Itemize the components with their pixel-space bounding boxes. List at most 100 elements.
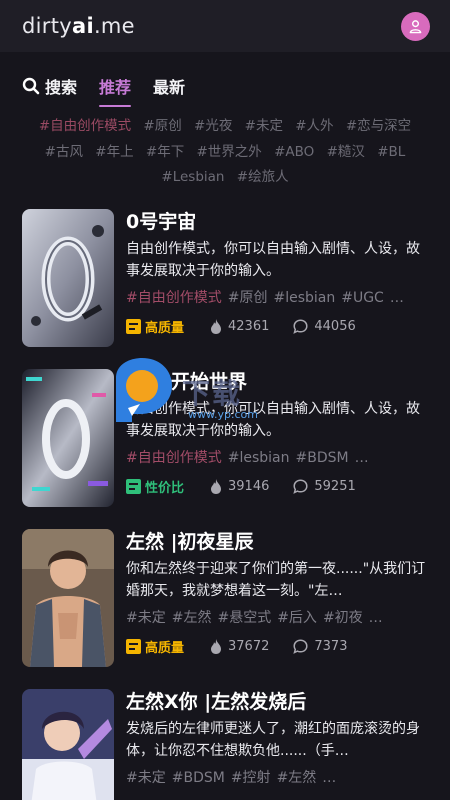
heat-stat: 42361 <box>210 318 269 334</box>
card-stats: 高质量 37672 7373 <box>126 637 428 656</box>
heat-stat: 37672 <box>210 638 270 654</box>
card-stats: 高质量 42361 44056 <box>126 317 428 336</box>
card-tag[interactable]: #UGC <box>341 290 384 306</box>
card-tag[interactable]: #左然 <box>172 610 212 626</box>
badge-icon <box>126 638 141 654</box>
tag-filter[interactable]: #世界之外 <box>197 144 262 160</box>
card-tag[interactable]: #未定 <box>126 610 166 626</box>
heat-stat: 39146 <box>210 478 270 494</box>
tab-latest[interactable]: 最新 <box>153 74 185 98</box>
comment-count: 7373 <box>314 638 348 654</box>
card-tags: #未定 #BDSM #控射 #左然 … <box>126 768 428 788</box>
card-title[interactable]: 左然 |初夜星辰 <box>126 529 428 555</box>
card-tag[interactable]: #BDSM <box>172 770 225 786</box>
quality-badge: 性价比 <box>126 477 184 496</box>
card-tag[interactable]: #控射 <box>231 770 271 786</box>
flame-icon <box>211 318 222 334</box>
tag-filter[interactable]: #人外 <box>295 118 333 134</box>
badge-label: 高质量 <box>145 320 185 336</box>
badge-icon <box>126 318 141 334</box>
comment-icon <box>293 478 308 494</box>
badge-label: 性价比 <box>145 480 185 496</box>
card-info: UGC开始世界 自由创作模式，你可以自由输入剧情、人设，故事发展取决于你的输入。… <box>126 369 428 507</box>
card-description: 自由创作模式，你可以自由输入剧情、人设，故事发展取决于你的输入。 <box>126 400 420 439</box>
tab-search[interactable]: 搜索 <box>22 74 77 98</box>
comment-count: 44056 <box>314 318 356 334</box>
quality-badge: 高质量 <box>126 317 184 336</box>
card-info: 左然 |初夜星辰 你和左然终于迎来了你们的第一夜......"从我们订婚那天，我… <box>126 529 428 667</box>
tag-filter[interactable]: #原创 <box>143 118 181 134</box>
logo-text-post: .me <box>93 14 135 38</box>
top-bar: dirtyai.me <box>0 0 450 52</box>
card-tags: #未定 #左然 #悬空式 #后入 #初夜 … <box>126 608 428 628</box>
quality-badge: 高质量 <box>126 637 184 656</box>
app-logo[interactable]: dirtyai.me <box>22 14 135 38</box>
character-card-list: 0号宇宙 自由创作模式，你可以自由输入剧情、人设，故事发展取决于你的输入。 #自… <box>0 208 450 800</box>
card-tags: #自由创作模式 #lesbian #BDSM … <box>126 448 428 468</box>
card-tag[interactable]: #BDSM <box>296 450 349 466</box>
badge-label: 高质量 <box>145 640 185 656</box>
card-tag[interactable]: … <box>390 290 404 306</box>
tag-filter[interactable]: #年下 <box>146 144 184 160</box>
heat-count: 39146 <box>228 478 270 494</box>
flame-icon <box>211 638 222 654</box>
card-tag[interactable]: #后入 <box>277 610 317 626</box>
card-tag[interactable]: #lesbian <box>273 290 335 306</box>
character-card[interactable]: 0号宇宙 自由创作模式，你可以自由输入剧情、人设，故事发展取决于你的输入。 #自… <box>22 208 428 347</box>
tab-search-label: 搜索 <box>45 78 78 97</box>
comment-icon <box>293 318 308 334</box>
character-card[interactable]: 左然 |初夜星辰 你和左然终于迎来了你们的第一夜......"从我们订婚那天，我… <box>22 528 428 667</box>
tag-filter[interactable]: #年上 <box>95 144 133 160</box>
tag-filter[interactable]: #古风 <box>45 144 83 160</box>
card-tag[interactable]: #自由创作模式 <box>126 290 222 306</box>
tab-recommended[interactable]: 推荐 <box>99 74 132 107</box>
logo-text-bold: ai <box>71 14 94 38</box>
comment-count: 59251 <box>314 478 356 494</box>
card-tag[interactable]: #lesbian <box>228 450 290 466</box>
tab-bar: 搜索 推荐 最新 <box>0 58 450 114</box>
logo-text-pre: dirty <box>22 14 72 38</box>
card-thumbnail[interactable] <box>22 528 114 667</box>
tab-recommended-label: 推荐 <box>99 78 132 97</box>
search-icon <box>22 77 40 95</box>
tag-filter[interactable]: #未定 <box>245 118 283 134</box>
card-title[interactable]: 左然X你 |左然发烧后 <box>126 689 428 715</box>
tag-filter[interactable]: #绘旅人 <box>237 169 289 185</box>
tag-filter[interactable]: #恋与深空 <box>346 118 411 134</box>
card-info: 左然X你 |左然发烧后 发烧后的左律师更迷人了，潮红的面庞滚烫的身体，让你忍不住… <box>126 689 428 800</box>
comment-stat: 44056 <box>293 318 356 334</box>
card-tag[interactable]: #未定 <box>126 770 166 786</box>
card-tag[interactable]: #自由创作模式 <box>126 450 222 466</box>
badge-icon <box>126 478 141 494</box>
card-title[interactable]: 0号宇宙 <box>126 209 428 235</box>
card-thumbnail[interactable] <box>22 368 114 507</box>
comment-icon <box>293 638 308 654</box>
card-thumbnail[interactable] <box>22 688 114 800</box>
user-avatar-button[interactable] <box>401 11 430 41</box>
card-thumbnail[interactable] <box>22 208 114 347</box>
tag-filter[interactable]: #BL <box>377 144 405 160</box>
card-info: 0号宇宙 自由创作模式，你可以自由输入剧情、人设，故事发展取决于你的输入。 #自… <box>126 209 428 347</box>
tag-filter[interactable]: #Lesbian <box>161 169 224 185</box>
card-tag[interactable]: #左然 <box>277 770 317 786</box>
card-tag[interactable]: #原创 <box>228 290 268 306</box>
tag-filter[interactable]: #ABO <box>274 144 314 160</box>
tag-filter[interactable]: #自由创作模式 <box>39 118 131 134</box>
card-tag[interactable]: #悬空式 <box>217 610 271 626</box>
heat-count: 37672 <box>228 638 270 654</box>
character-card[interactable]: 左然X你 |左然发烧后 发烧后的左律师更迷人了，潮红的面庞滚烫的身体，让你忍不住… <box>22 688 428 800</box>
user-icon <box>409 19 422 33</box>
card-tags: #自由创作模式 #原创 #lesbian #UGC … <box>126 288 428 308</box>
character-card[interactable]: UGC开始世界 自由创作模式，你可以自由输入剧情、人设，故事发展取决于你的输入。… <box>22 368 428 507</box>
card-title[interactable]: UGC开始世界 <box>126 369 428 395</box>
card-tag[interactable]: … <box>369 610 383 626</box>
tag-filter[interactable]: #光夜 <box>194 118 232 134</box>
tag-filter[interactable]: #糙汉 <box>327 144 365 160</box>
card-tag[interactable]: #初夜 <box>323 610 363 626</box>
comment-stat: 7373 <box>293 639 347 654</box>
card-description: 自由创作模式，你可以自由输入剧情、人设，故事发展取决于你的输入。 <box>126 240 420 279</box>
card-stats: 性价比 39146 59251 <box>126 477 428 496</box>
card-tag[interactable]: … <box>355 450 369 466</box>
card-description: 你和左然终于迎来了你们的第一夜......"从我们订婚那天，我就梦想着这一刻。"… <box>126 560 426 599</box>
card-tag[interactable]: … <box>322 770 336 786</box>
